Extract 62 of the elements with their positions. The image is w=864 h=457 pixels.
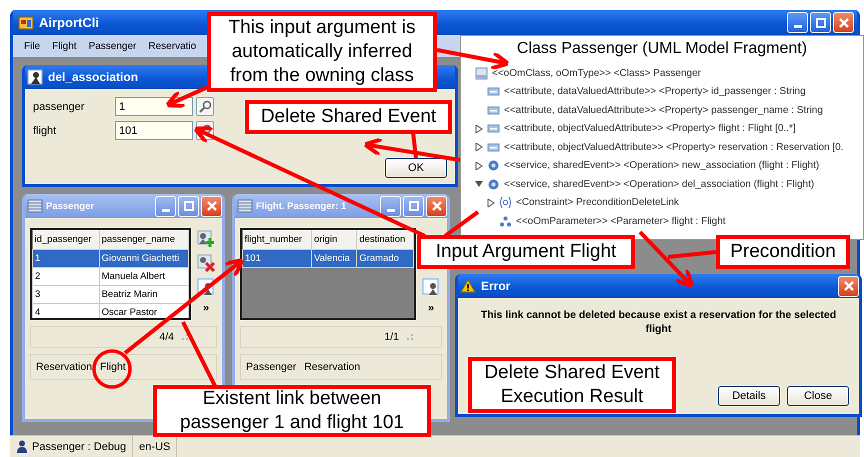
callout: This input argument is automatically inferred from the owning class [207,12,437,92]
table-row[interactable]: 4 Oscar Pastor [32,304,188,318]
tree-item[interactable]: <<attribute, dataValuedAttribute>> <Property> id_passenger : String [504,86,806,98]
table-cell: Manuela Albert [99,268,188,286]
menu-item[interactable]: File [18,40,46,52]
tree-item[interactable]: <<service, sharedEvent>> <Operation> del_association (flight : Flight) [504,178,814,190]
callout: Delete Shared Event Execution Result [468,357,676,413]
table-cell: Beatriz Marin [99,286,188,304]
tree-item[interactable]: <<service, sharedEvent>> <Operation> new_association (flight : Flight) [504,160,820,172]
details-button[interactable]: Details [718,386,780,406]
column-header[interactable]: origin [312,230,357,250]
input-field[interactable]: 101 [115,121,193,140]
table-cell: Giovanni Giachetti [99,250,188,268]
window-title: del_association [48,70,138,84]
tree-item[interactable]: <Constraint> PreconditionDeleteLink [516,197,679,208]
table-row[interactable]: 2 Manuela Albert [32,268,188,286]
table-cell: Valencia [312,250,357,268]
error-message: This link cannot be deleted because exist a reservation for the selected flight [480,308,838,336]
table-cell: 3 [32,286,100,304]
field-label: passenger [33,100,86,112]
callout: Input Argument Flight [417,235,635,269]
tree-item[interactable]: <<attribute, objectValuedAttribute>> <Property> reservation : Reservation [0. [504,142,844,153]
column-header[interactable]: passenger_name [99,230,188,250]
table-row[interactable]: 3 Beatriz Marin [32,286,188,304]
menu-item[interactable]: Passenger [82,40,142,52]
callout: Delete Shared Event [245,100,452,134]
close-button[interactable]: Close [787,386,849,406]
callout: Precondition [716,235,850,269]
status-text: en-US [139,440,170,452]
panel-title: Class Passenger (UML Model Fragment) [516,39,808,59]
table-cell: 4 [32,304,100,318]
navigation-link[interactable]: Flight [100,361,126,373]
column-header[interactable]: flight_number [242,230,312,250]
menu-item[interactable]: Reservatio [142,40,202,52]
window-title: Flight. Passenger: 1 [256,200,346,212]
menu-item[interactable]: Flight [46,40,83,52]
ok-button[interactable]: OK [385,158,447,178]
table-cell: 1 [32,250,100,268]
navigation-link[interactable]: Reservation [304,361,360,373]
column-header[interactable]: destination [356,230,414,250]
table-row[interactable]: 1 Giovanni Giachetti [32,250,188,268]
status-text: Passenger : Debug [32,440,126,452]
navigation-link[interactable]: Passenger [246,361,296,373]
more-button[interactable]: » [200,302,212,314]
tree-item[interactable]: <<attribute, objectValuedAttribute>> <Property> flight : Flight [0..*] [504,123,796,134]
field-label: flight [33,124,58,136]
callout: Existent link between passenger 1 and flight 101 [153,385,431,437]
table-row[interactable]: 101 Valencia Gramado [242,250,414,268]
window-title: AirportCli [39,15,99,30]
table-cell: 2 [32,268,100,286]
window-title: Passenger [46,200,94,212]
more-button[interactable]: » [426,302,436,314]
page-count: 1/1 [384,331,399,343]
window-title: Error [481,279,510,293]
tree-item[interactable]: <<oOmClass, oOmType>> <Class> Passenger [492,68,701,79]
tree-item[interactable]: <<oOmParameter>> <Parameter> flight : Flight [516,216,726,227]
navigation-link[interactable]: Reservation [36,361,92,373]
table-cell: Gramado [356,250,414,268]
column-header[interactable]: id_passenger [32,230,100,250]
page-count: 4/4 [159,331,174,343]
table-cell: 101 [242,250,312,268]
tree-item[interactable]: <<attribute, dataValuedAttribute>> <Property> passenger_name : String [504,104,823,116]
